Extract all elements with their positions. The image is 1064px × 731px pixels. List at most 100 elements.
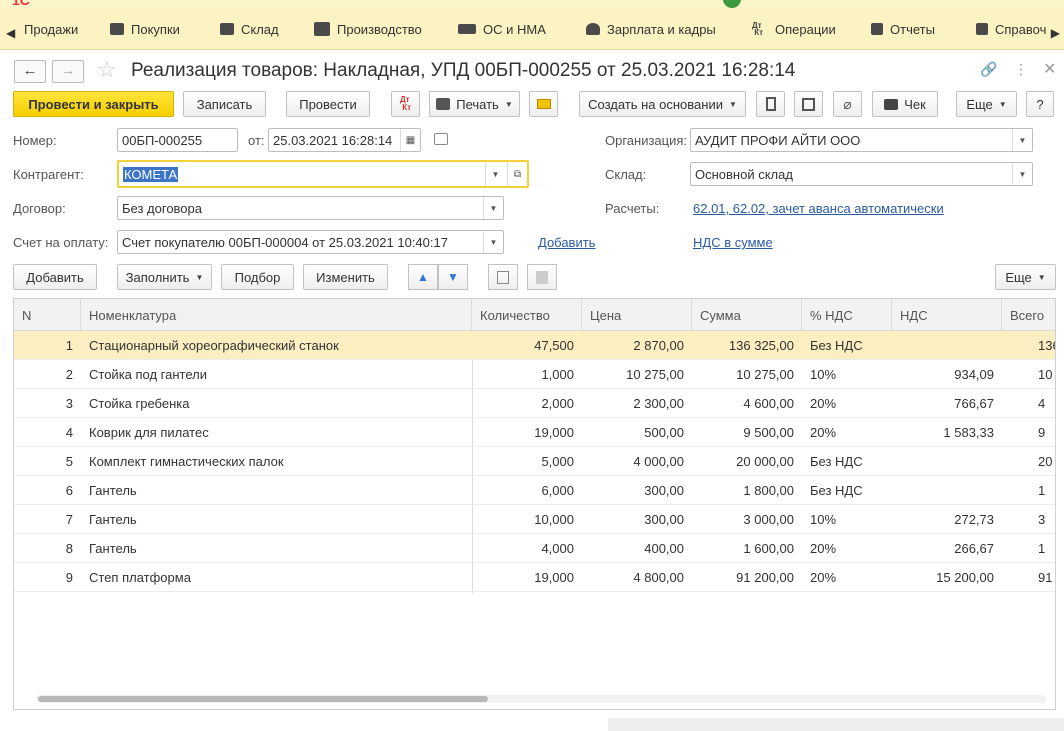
- scrollbar-thumb[interactable]: [38, 696, 488, 702]
- cell-total[interactable]: 3: [1002, 505, 1055, 534]
- contractor-field[interactable]: КОМЕТА ▼ ⧉: [117, 160, 529, 188]
- cell-n[interactable]: 8: [14, 534, 81, 563]
- cell-sum[interactable]: 1 800,00: [692, 476, 802, 505]
- cell-vat[interactable]: 934,09: [892, 360, 1002, 389]
- cell-item[interactable]: Стойка гребенка: [81, 389, 472, 418]
- cell-vat-rate[interactable]: Без НДС: [802, 447, 892, 476]
- selection-button[interactable]: Подбор: [221, 264, 294, 290]
- cell-quantity[interactable]: 47,500: [472, 331, 582, 360]
- document-history-icon[interactable]: [434, 133, 448, 145]
- notification-icon[interactable]: [723, 0, 741, 8]
- cell-price[interactable]: 2 300,00: [582, 389, 692, 418]
- cell-vat[interactable]: [892, 476, 1002, 505]
- table-row[interactable]: 6 Гантель 6,000 300,00 1 800,00 Без НДС 1: [14, 476, 1055, 505]
- table-row[interactable]: 9 Степ платформа 19,000 4 800,00 91 200,00 20…: [14, 563, 1055, 592]
- cell-total[interactable]: 9: [1002, 418, 1055, 447]
- cell-n[interactable]: 9: [14, 563, 81, 592]
- cell-sum[interactable]: 91 200,00: [692, 563, 802, 592]
- section-sales[interactable]: Продажи: [24, 8, 78, 50]
- cell-quantity[interactable]: 2,000: [472, 389, 582, 418]
- post-button[interactable]: Провести: [286, 91, 370, 117]
- cell-price[interactable]: 4 800,00: [582, 563, 692, 592]
- back-button[interactable]: ←: [14, 60, 46, 83]
- cell-vat-rate[interactable]: 10%: [802, 505, 892, 534]
- section-operations[interactable]: Дт Кт Операции: [752, 8, 836, 50]
- fill-button[interactable]: Заполнить ▼: [117, 264, 212, 290]
- section-references[interactable]: Справоч: [976, 8, 1046, 50]
- cell-quantity[interactable]: 19,000: [472, 418, 582, 447]
- cell-vat-rate[interactable]: 20%: [802, 389, 892, 418]
- sections-scroll-right-icon[interactable]: ▶: [1051, 26, 1060, 40]
- cell-vat[interactable]: [892, 331, 1002, 360]
- cell-sum[interactable]: 9 500,00: [692, 418, 802, 447]
- chevron-down-icon[interactable]: ▼: [1012, 163, 1032, 185]
- calendar-icon[interactable]: ▦: [400, 129, 420, 151]
- cell-vat[interactable]: 272,73: [892, 505, 1002, 534]
- cell-quantity[interactable]: 1,000: [472, 360, 582, 389]
- cell-price[interactable]: 4 000,00: [582, 447, 692, 476]
- sections-scroll-left-icon[interactable]: ◀: [6, 26, 15, 40]
- cell-vat[interactable]: [892, 447, 1002, 476]
- cell-price[interactable]: 10 275,00: [582, 360, 692, 389]
- organization-field[interactable]: АУДИТ ПРОФИ АЙТИ ООО ▼ ⧉: [690, 128, 1033, 152]
- open-icon[interactable]: ⧉: [503, 230, 504, 254]
- cell-n[interactable]: 3: [14, 389, 81, 418]
- cell-sum[interactable]: 4 600,00: [692, 389, 802, 418]
- cell-total[interactable]: 91: [1002, 563, 1055, 592]
- dt-kt-report-button[interactable]: Дт Кт: [391, 91, 420, 117]
- cell-item[interactable]: Гантель: [81, 505, 472, 534]
- email-button[interactable]: [529, 91, 558, 117]
- section-warehouse[interactable]: Склад: [220, 8, 279, 50]
- copy-rows-button[interactable]: [488, 264, 518, 290]
- cell-n[interactable]: 1: [14, 331, 81, 360]
- create-based-on-button[interactable]: Создать на основании ▼: [579, 91, 746, 117]
- cell-item[interactable]: Гантель: [81, 534, 472, 563]
- column-header-item[interactable]: Номенклатура: [81, 299, 472, 331]
- help-button[interactable]: ?: [1026, 91, 1054, 117]
- receipt-button[interactable]: Чек: [872, 91, 938, 117]
- column-header-vat[interactable]: НДС: [892, 299, 1002, 331]
- open-icon[interactable]: ⧉: [1032, 128, 1033, 152]
- table-row[interactable]: 2 Стойка под гантели 1,000 10 275,00 10 275,…: [14, 360, 1055, 389]
- column-header-n[interactable]: N: [14, 299, 81, 331]
- cell-quantity[interactable]: 6,000: [472, 476, 582, 505]
- move-down-button[interactable]: ▼: [438, 264, 468, 290]
- date-field[interactable]: 25.03.2021 16:28:14 ▦: [268, 128, 421, 152]
- cell-vat-rate[interactable]: 20%: [802, 534, 892, 563]
- horizontal-scrollbar[interactable]: [36, 695, 1046, 703]
- chevron-down-icon[interactable]: ▼: [483, 197, 503, 219]
- section-purchases[interactable]: Покупки: [110, 8, 180, 50]
- cell-vat[interactable]: 1 583,33: [892, 418, 1002, 447]
- cell-item[interactable]: Стационарный хореографический станок: [81, 331, 472, 360]
- chevron-down-icon[interactable]: ▼: [483, 231, 503, 253]
- cell-total[interactable]: 4: [1002, 389, 1055, 418]
- cell-item[interactable]: Комплект гимнастических палок: [81, 447, 472, 476]
- add-row-button[interactable]: Добавить: [13, 264, 97, 290]
- cell-n[interactable]: 4: [14, 418, 81, 447]
- cell-vat-rate[interactable]: 20%: [802, 563, 892, 592]
- cell-vat[interactable]: 15 200,00: [892, 563, 1002, 592]
- change-button[interactable]: Изменить: [303, 264, 388, 290]
- cell-quantity[interactable]: 4,000: [472, 534, 582, 563]
- cell-price[interactable]: 300,00: [582, 476, 692, 505]
- table-row[interactable]: 7 Гантель 10,000 300,00 3 000,00 10% 272,73 3: [14, 505, 1055, 534]
- settlements-link[interactable]: 62.01, 62.02, зачет аванса автоматически: [693, 201, 944, 216]
- table-row[interactable]: 8 Гантель 4,000 400,00 1 600,00 20% 266,67 1: [14, 534, 1055, 563]
- open-icon[interactable]: ⧉: [503, 196, 504, 220]
- cell-price[interactable]: 400,00: [582, 534, 692, 563]
- number-field[interactable]: 00БП-000255: [117, 128, 238, 152]
- more-vertical-icon[interactable]: ⋮: [1014, 61, 1028, 78]
- table-row[interactable]: 4 Коврик для пилатес 19,000 500,00 9 500,00 2…: [14, 418, 1055, 447]
- cell-price[interactable]: 500,00: [582, 418, 692, 447]
- warehouse-field[interactable]: Основной склад ▼ ⧉: [690, 162, 1033, 186]
- cell-sum[interactable]: 20 000,00: [692, 447, 802, 476]
- section-reports[interactable]: Отчеты: [871, 8, 935, 50]
- link-icon[interactable]: 🔗: [980, 61, 997, 78]
- cell-total[interactable]: 1: [1002, 534, 1055, 563]
- cell-sum[interactable]: 3 000,00: [692, 505, 802, 534]
- cell-vat-rate[interactable]: 10%: [802, 360, 892, 389]
- cell-vat-rate[interactable]: Без НДС: [802, 476, 892, 505]
- cell-n[interactable]: 2: [14, 360, 81, 389]
- cell-quantity[interactable]: 19,000: [472, 563, 582, 592]
- chevron-down-icon[interactable]: ▼: [1012, 129, 1032, 151]
